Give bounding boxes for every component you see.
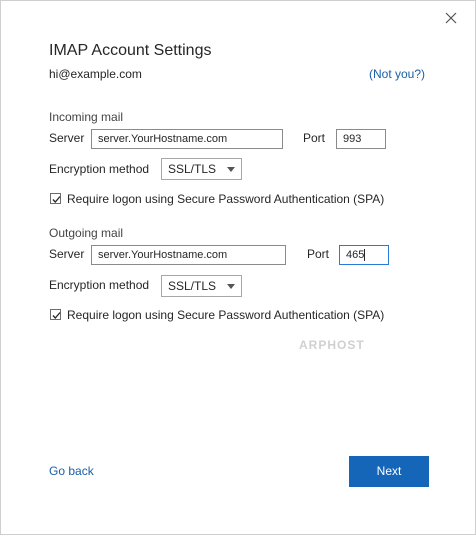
outgoing-port-input[interactable]: 465 — [339, 245, 389, 265]
incoming-encryption-value: SSL/TLS — [168, 162, 217, 176]
outgoing-encryption-label: Encryption method — [49, 278, 150, 292]
chevron-down-icon — [227, 167, 235, 172]
outgoing-encryption-select[interactable]: SSL/TLS — [161, 275, 242, 297]
incoming-server-label: Server — [49, 131, 85, 145]
chevron-down-icon — [227, 284, 235, 289]
close-icon[interactable] — [441, 8, 461, 28]
incoming-port-label: Port — [303, 131, 326, 145]
incoming-encryption-select[interactable]: SSL/TLS — [161, 158, 242, 180]
incoming-encryption-label: Encryption method — [49, 162, 150, 176]
incoming-server-input[interactable]: server.YourHostname.com — [91, 129, 283, 149]
outgoing-mail-heading: Outgoing mail — [49, 226, 124, 240]
incoming-spa-checkbox[interactable] — [50, 193, 61, 204]
next-button[interactable]: Next — [349, 456, 429, 487]
imap-settings-dialog: IMAP Account Settings hi@example.com (No… — [0, 0, 476, 535]
dialog-title: IMAP Account Settings — [49, 42, 212, 59]
incoming-mail-heading: Incoming mail — [49, 110, 124, 124]
outgoing-port-value: 465 — [346, 249, 365, 261]
outgoing-server-label: Server — [49, 247, 85, 261]
checkmark-icon — [52, 196, 61, 203]
incoming-port-input[interactable]: 993 — [336, 129, 386, 149]
incoming-spa-label: Require logon using Secure Password Auth… — [67, 192, 385, 206]
account-email: hi@example.com — [49, 67, 142, 81]
outgoing-spa-checkbox[interactable] — [50, 309, 61, 320]
outgoing-server-input[interactable]: server.YourHostname.com — [91, 245, 286, 265]
outgoing-port-label: Port — [307, 247, 330, 261]
outgoing-spa-label: Require logon using Secure Password Auth… — [67, 308, 385, 322]
not-you-link[interactable]: (Not you?) — [369, 67, 425, 81]
watermark-logo: ARPHOST — [299, 338, 365, 352]
outgoing-encryption-value: SSL/TLS — [168, 279, 217, 293]
go-back-link[interactable]: Go back — [49, 464, 94, 478]
checkmark-icon — [52, 312, 61, 319]
text-cursor — [364, 249, 366, 262]
